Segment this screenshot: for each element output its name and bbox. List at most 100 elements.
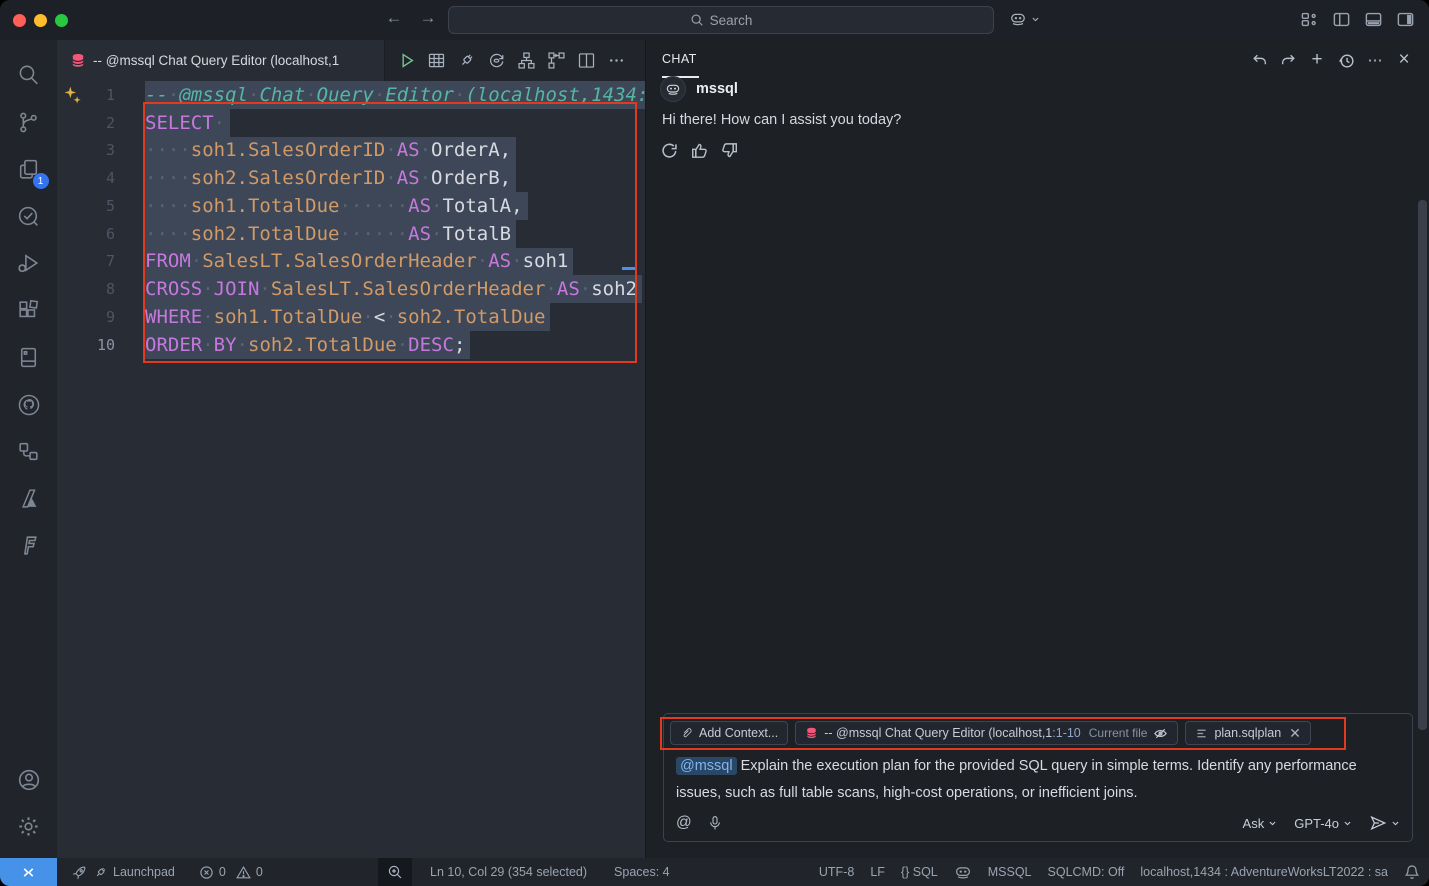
- sidebar-item-chat-editors[interactable]: 1: [7, 146, 51, 193]
- thumbs-up-icon[interactable]: [690, 141, 709, 160]
- problems-button[interactable]: 0 0: [199, 858, 263, 886]
- selected-code-text[interactable]: ORDER·BY·soh2.TotalDue·DESC;: [145, 331, 470, 359]
- chat-scrollbar[interactable]: [1418, 200, 1427, 730]
- results-grid-icon[interactable]: [426, 50, 447, 71]
- change-connection-icon[interactable]: [486, 50, 507, 71]
- encoding-status[interactable]: UTF-8: [819, 865, 854, 879]
- maximize-window-button[interactable]: [55, 14, 68, 27]
- history-icon[interactable]: [1335, 49, 1357, 71]
- code-line[interactable]: 2 SELECT·: [57, 109, 645, 137]
- actual-plan-icon[interactable]: [546, 50, 567, 71]
- indentation-status[interactable]: Spaces: 4: [614, 865, 670, 879]
- customize-layout-icon[interactable]: [1300, 10, 1319, 29]
- chat-input-text[interactable]: @mssql Explain the execution plan for th…: [676, 753, 1404, 807]
- zoom-indicator[interactable]: [378, 858, 412, 886]
- editor-tab[interactable]: -- @mssql Chat Query Editor (localhost,1: [57, 40, 385, 81]
- more-actions-icon[interactable]: [606, 50, 627, 71]
- add-context-chip[interactable]: Add Context...: [670, 721, 788, 745]
- eye-icon[interactable]: [1153, 726, 1168, 741]
- back-button[interactable]: ←: [384, 8, 404, 28]
- thumbs-down-icon[interactable]: [720, 141, 739, 160]
- toggle-secondary-sidebar-icon[interactable]: [1396, 10, 1415, 29]
- selected-code-text[interactable]: ····soh1.TotalDue······AS·TotalA,: [145, 192, 528, 220]
- redo-icon[interactable]: [1277, 49, 1299, 71]
- undo-icon[interactable]: [1248, 49, 1270, 71]
- selected-code-text[interactable]: ····soh2.SalesOrderID·AS·OrderB,: [145, 164, 516, 192]
- toggle-panel-icon[interactable]: [1364, 10, 1383, 29]
- sidebar-item-notebook[interactable]: [7, 334, 51, 381]
- code-line[interactable]: 9 WHERE·soh1.TotalDue·<·soh2.TotalDue: [57, 303, 645, 331]
- line-number[interactable]: 6: [57, 225, 115, 243]
- code-line[interactable]: 1 --·@mssql·Chat·Query·Editor·(localhost,…: [57, 81, 645, 109]
- selected-code-text[interactable]: FROM·SalesLT.SalesOrderHeader·AS·soh1: [145, 248, 573, 276]
- code-line[interactable]: 8 CROSS·JOIN·SalesLT.SalesOrderHeader·AS·…: [57, 275, 645, 303]
- toggle-primary-sidebar-icon[interactable]: [1332, 10, 1351, 29]
- remove-chip-icon[interactable]: ✕: [1289, 725, 1301, 742]
- sqlcmd-status[interactable]: SQLCMD: Off: [1048, 865, 1125, 879]
- model-dropdown[interactable]: GPT-4o: [1294, 816, 1352, 831]
- sidebar-item-settings[interactable]: [7, 803, 51, 850]
- cursor-position[interactable]: Ln 10, Col 29 (354 selected): [430, 865, 587, 879]
- line-number[interactable]: 2: [57, 114, 115, 132]
- sidebar-item-account[interactable]: [7, 756, 51, 803]
- mssql-status[interactable]: MSSQL: [988, 865, 1032, 879]
- disconnect-icon[interactable]: [456, 50, 477, 71]
- sidebar-item-extensions[interactable]: [7, 287, 51, 334]
- sidebar-item-azure[interactable]: [7, 475, 51, 522]
- retry-icon[interactable]: [660, 141, 679, 160]
- selected-code-text[interactable]: --·@mssql·Chat·Query·Editor·(localhost,1…: [145, 81, 645, 109]
- remote-indicator[interactable]: [0, 858, 57, 886]
- sidebar-item-source-control[interactable]: [7, 99, 51, 146]
- sidebar-item-flag[interactable]: [7, 522, 51, 569]
- close-window-button[interactable]: [13, 14, 26, 27]
- code-line[interactable]: 5 ····soh1.TotalDue······AS·TotalA,: [57, 192, 645, 220]
- code-line[interactable]: 4 ····soh2.SalesOrderID·AS·OrderB,: [57, 164, 645, 192]
- code-line[interactable]: 3 ····soh1.SalesOrderID·AS·OrderA,: [57, 137, 645, 165]
- eol-status[interactable]: LF: [870, 865, 885, 879]
- sidebar-item-run-and-debug[interactable]: [7, 240, 51, 287]
- sidebar-item-github[interactable]: [7, 381, 51, 428]
- chat-input-box[interactable]: Add Context... -- @mssql Chat Query Edit…: [663, 713, 1413, 842]
- selected-code-text[interactable]: WHERE·soh1.TotalDue·<·soh2.TotalDue: [145, 303, 550, 331]
- line-number[interactable]: 1: [57, 86, 115, 104]
- language-mode[interactable]: {} SQL: [901, 865, 938, 879]
- estimated-plan-icon[interactable]: [516, 50, 537, 71]
- current-file-chip[interactable]: -- @mssql Chat Query Editor (localhost,1…: [795, 721, 1178, 745]
- line-number[interactable]: 3: [57, 141, 115, 159]
- microphone-icon[interactable]: [707, 815, 723, 831]
- selected-code-text[interactable]: ····soh1.SalesOrderID·AS·OrderA,: [145, 137, 516, 165]
- command-center-search[interactable]: Search: [448, 6, 994, 34]
- code-line[interactable]: 7 FROM·SalesLT.SalesOrderHeader·AS·soh1: [57, 248, 645, 276]
- line-number[interactable]: 4: [57, 169, 115, 187]
- connection-status[interactable]: localhost,1434 : AdventureWorksLT2022 : …: [1140, 865, 1388, 879]
- mention-button[interactable]: @: [676, 814, 692, 832]
- selected-code-text[interactable]: SELECT·: [145, 109, 230, 137]
- code-line[interactable]: 10 ORDER·BY·soh2.TotalDue·DESC;: [57, 331, 645, 359]
- copilot-status-icon[interactable]: [954, 863, 972, 881]
- chat-tab[interactable]: CHAT: [662, 52, 697, 66]
- code-line[interactable]: 6 ····soh2.TotalDue······AS·TotalB: [57, 220, 645, 248]
- launchpad-button[interactable]: Launchpad: [72, 858, 175, 886]
- copilot-menu-button[interactable]: [1008, 9, 1040, 29]
- selected-code-text[interactable]: ····soh2.TotalDue······AS·TotalB: [145, 220, 516, 248]
- line-number[interactable]: 8: [57, 280, 115, 298]
- forward-button[interactable]: →: [418, 8, 438, 28]
- sidebar-item-tasks[interactable]: [7, 193, 51, 240]
- new-chat-icon[interactable]: +: [1306, 49, 1328, 71]
- split-editor-icon[interactable]: [576, 50, 597, 71]
- more-icon[interactable]: ⋯: [1364, 49, 1386, 71]
- selected-code-text[interactable]: CROSS·JOIN·SalesLT.SalesOrderHeader·AS·s…: [145, 275, 642, 303]
- minimize-window-button[interactable]: [34, 14, 47, 27]
- close-icon[interactable]: ×: [1393, 49, 1415, 71]
- line-number[interactable]: 5: [57, 197, 115, 215]
- line-number[interactable]: 9: [57, 308, 115, 326]
- mode-dropdown[interactable]: Ask: [1243, 816, 1278, 831]
- notifications-bell-icon[interactable]: [1404, 864, 1420, 880]
- line-number[interactable]: 7: [57, 252, 115, 270]
- editor-body[interactable]: 1 --·@mssql·Chat·Query·Editor·(localhost,…: [57, 81, 645, 858]
- line-number[interactable]: 10: [57, 336, 115, 354]
- send-button[interactable]: [1369, 814, 1400, 832]
- sidebar-item-search[interactable]: [7, 52, 51, 99]
- sidebar-item-connections[interactable]: [7, 428, 51, 475]
- plan-file-chip[interactable]: plan.sqlplan ✕: [1185, 721, 1310, 745]
